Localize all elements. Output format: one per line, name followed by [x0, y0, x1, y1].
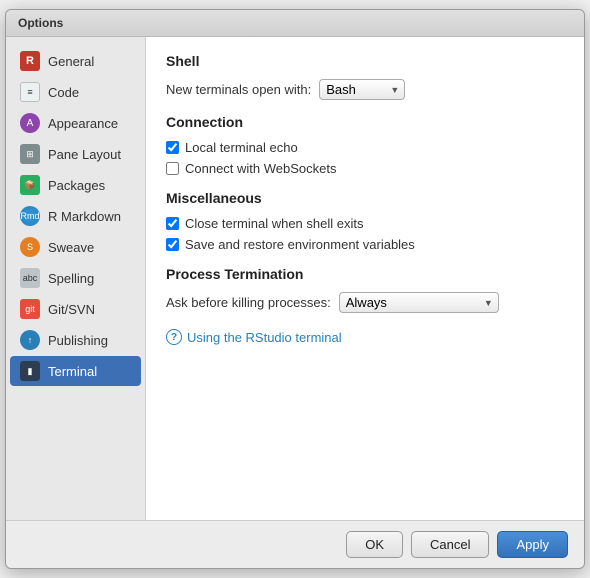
r-markdown-icon: Rmd: [20, 206, 40, 226]
help-link[interactable]: ? Using the RStudio terminal: [166, 329, 564, 345]
misc-section: Miscellaneous Close terminal when shell …: [166, 190, 564, 252]
dialog-title: Options: [18, 16, 63, 30]
main-content: Shell New terminals open with: Bash Zsh …: [146, 37, 584, 520]
general-icon: R: [20, 51, 40, 71]
r-markdown-label: R Markdown: [48, 209, 121, 224]
shell-select[interactable]: Bash Zsh sh Custom...: [319, 79, 405, 100]
sidebar-item-packages[interactable]: 📦 Packages: [10, 170, 141, 200]
new-terminals-label: New terminals open with:: [166, 82, 311, 97]
pane-layout-label: Pane Layout: [48, 147, 121, 162]
help-link-label: Using the RStudio terminal: [187, 330, 342, 345]
websockets-label: Connect with WebSockets: [185, 161, 337, 176]
sidebar-item-r-markdown[interactable]: Rmd R Markdown: [10, 201, 141, 231]
close-terminal-checkbox[interactable]: [166, 217, 179, 230]
appearance-icon: A: [20, 113, 40, 133]
terminal-label: Terminal: [48, 364, 97, 379]
code-icon: ≡: [20, 82, 40, 102]
save-restore-checkbox[interactable]: [166, 238, 179, 251]
shell-section-title: Shell: [166, 53, 564, 69]
spelling-icon: abc: [20, 268, 40, 288]
general-label: General: [48, 54, 94, 69]
local-echo-label: Local terminal echo: [185, 140, 298, 155]
sidebar-item-general[interactable]: R General: [10, 46, 141, 76]
close-terminal-row: Close terminal when shell exits: [166, 216, 564, 231]
new-terminals-row: New terminals open with: Bash Zsh sh Cus…: [166, 79, 564, 100]
publishing-label: Publishing: [48, 333, 108, 348]
shell-section: Shell New terminals open with: Bash Zsh …: [166, 53, 564, 100]
apply-button[interactable]: Apply: [497, 531, 568, 558]
connection-section-title: Connection: [166, 114, 564, 130]
git-svn-label: Git/SVN: [48, 302, 95, 317]
close-terminal-label: Close terminal when shell exits: [185, 216, 363, 231]
save-restore-row: Save and restore environment variables: [166, 237, 564, 252]
local-echo-row: Local terminal echo: [166, 140, 564, 155]
dialog-footer: OK Cancel Apply: [6, 520, 584, 568]
shell-select-wrap: Bash Zsh sh Custom...: [319, 79, 405, 100]
code-label: Code: [48, 85, 79, 100]
kill-select[interactable]: Always Never Ask: [339, 292, 499, 313]
dialog-body: R General ≡ Code A Appearance ⊞ Pane Layout 📦 Pac…: [6, 37, 584, 520]
appearance-label: Appearance: [48, 116, 118, 131]
publishing-icon: ↑: [20, 330, 40, 350]
sidebar-item-sweave[interactable]: S Sweave: [10, 232, 141, 262]
help-icon: ?: [166, 329, 182, 345]
process-section-title: Process Termination: [166, 266, 564, 282]
sidebar: R General ≡ Code A Appearance ⊞ Pane Layout 📦 Pac…: [6, 37, 146, 520]
sidebar-item-pane-layout[interactable]: ⊞ Pane Layout: [10, 139, 141, 169]
websockets-row: Connect with WebSockets: [166, 161, 564, 176]
kill-label: Ask before killing processes:: [166, 295, 331, 310]
kill-select-wrap: Always Never Ask: [339, 292, 499, 313]
connection-section: Connection Local terminal echo Connect w…: [166, 114, 564, 176]
ok-button[interactable]: OK: [346, 531, 403, 558]
spelling-label: Spelling: [48, 271, 94, 286]
local-echo-checkbox[interactable]: [166, 141, 179, 154]
pane-layout-icon: ⊞: [20, 144, 40, 164]
sidebar-item-git-svn[interactable]: git Git/SVN: [10, 294, 141, 324]
cancel-button[interactable]: Cancel: [411, 531, 489, 558]
sidebar-item-publishing[interactable]: ↑ Publishing: [10, 325, 141, 355]
git-svn-icon: git: [20, 299, 40, 319]
sidebar-item-appearance[interactable]: A Appearance: [10, 108, 141, 138]
packages-label: Packages: [48, 178, 105, 193]
sidebar-item-code[interactable]: ≡ Code: [10, 77, 141, 107]
sweave-label: Sweave: [48, 240, 94, 255]
save-restore-label: Save and restore environment variables: [185, 237, 415, 252]
packages-icon: 📦: [20, 175, 40, 195]
terminal-icon: ▮: [20, 361, 40, 381]
title-bar: Options: [6, 10, 584, 37]
websockets-checkbox[interactable]: [166, 162, 179, 175]
sidebar-item-terminal[interactable]: ▮ Terminal: [10, 356, 141, 386]
misc-section-title: Miscellaneous: [166, 190, 564, 206]
kill-processes-row: Ask before killing processes: Always Nev…: [166, 292, 564, 313]
sweave-icon: S: [20, 237, 40, 257]
options-dialog: Options R General ≡ Code A Appearance ⊞ Pane La…: [5, 9, 585, 569]
sidebar-item-spelling[interactable]: abc Spelling: [10, 263, 141, 293]
process-section: Process Termination Ask before killing p…: [166, 266, 564, 313]
